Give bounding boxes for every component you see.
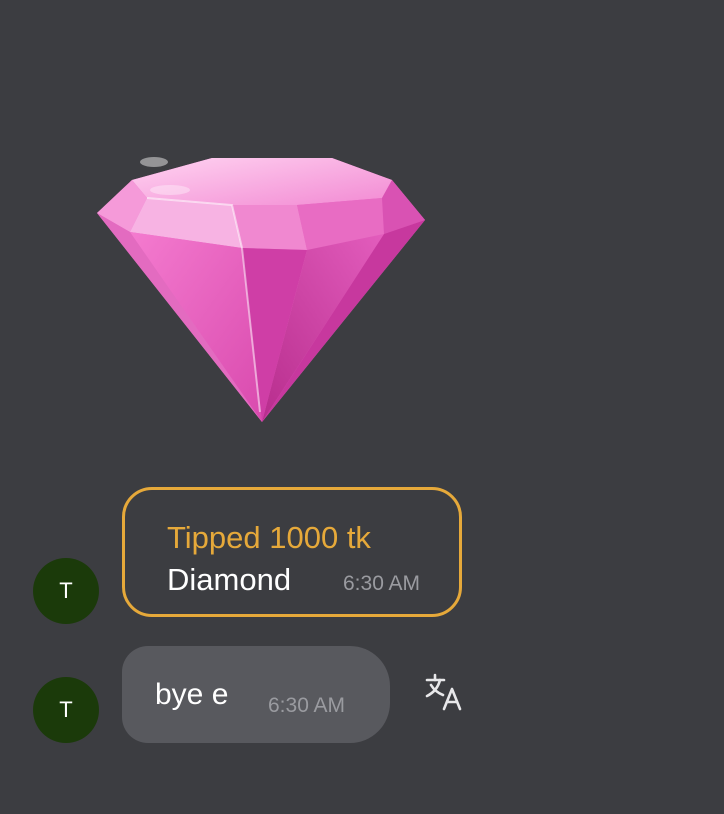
message-text: bye e	[155, 678, 229, 711]
message-timestamp: 6:30 AM	[343, 572, 421, 595]
avatar[interactable]: T	[33, 558, 99, 624]
translate-icon[interactable]	[424, 672, 466, 712]
avatar-initial: T	[59, 578, 73, 603]
text-message-bubble[interactable]: bye e 6:30 AM	[122, 646, 390, 743]
message-timestamp: 6:30 AM	[268, 694, 346, 717]
diamond-gift-icon	[97, 157, 425, 422]
tip-message-bubble[interactable]: Tipped 1000 tk Diamond 6:30 AM	[122, 487, 462, 617]
chat-screen: T Tipped 1000 tk Diamond 6:30 AM T bye e…	[0, 0, 724, 814]
avatar-initial: T	[59, 697, 73, 722]
tip-gift-name: Diamond	[167, 562, 292, 597]
tip-amount-text: Tipped 1000 tk	[167, 520, 371, 555]
avatar[interactable]: T	[33, 677, 99, 743]
